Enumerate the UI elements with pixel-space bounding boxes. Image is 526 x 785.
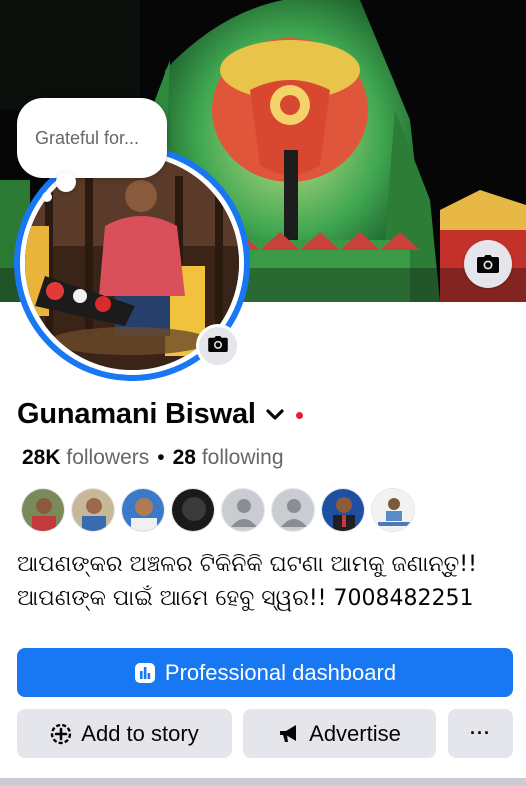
friend-avatar[interactable] [371, 488, 415, 532]
cover-camera-button[interactable] [464, 240, 512, 288]
professional-dashboard-button[interactable]: Professional dashboard [17, 648, 513, 697]
plus-circle-icon [50, 723, 72, 745]
follow-stats: 28K followers • 28 following [22, 446, 284, 470]
note-bubble-dot [56, 172, 76, 192]
camera-icon [208, 335, 228, 357]
profile-note[interactable]: Grateful for... [17, 98, 167, 178]
followers-count[interactable]: 28K [22, 446, 61, 469]
dashboard-icon [134, 662, 156, 684]
status-dot [295, 412, 303, 419]
friend-avatar[interactable] [321, 488, 365, 532]
profile-bio: ଆପଣଙ୍କର ଅଞ୍ଚଳର ଟିକିନିକି ଘଟଣା ଆମକୁ ଜଣାନ୍ତ… [17, 548, 517, 616]
more-label: ··· [470, 723, 491, 743]
note-bubble-dot [42, 192, 52, 202]
followers-label[interactable]: followers [66, 446, 149, 469]
add-to-story-button[interactable]: Add to story [17, 709, 232, 758]
friend-avatar[interactable] [121, 488, 165, 532]
chevron-down-icon[interactable] [266, 408, 284, 426]
note-text: Grateful for... [35, 127, 140, 148]
megaphone-icon [278, 724, 300, 744]
more-options-button[interactable]: ··· [448, 709, 513, 758]
following-label[interactable]: following [202, 446, 284, 469]
profile-camera-button[interactable] [196, 324, 240, 368]
bio-line: ଆପଣଙ୍କର ଅଞ୍ଚଳର ଟିକିନିକି ଘଟଣା ଆମକୁ ଜଣାନ୍ତ… [17, 552, 477, 577]
default-avatar-icon[interactable] [221, 488, 265, 532]
friends-preview[interactable] [21, 488, 421, 532]
advertise-label: Advertise [309, 720, 401, 746]
friend-avatar[interactable] [171, 488, 215, 532]
following-count[interactable]: 28 [173, 446, 196, 469]
dashboard-label: Professional dashboard [164, 659, 397, 685]
profile-name-row: Gunamani Biswal [17, 398, 303, 431]
profile-name: Gunamani Biswal [17, 398, 256, 430]
bio-line: ଆପଣଙ୍କ ପାଇଁ ଆମେ ହେବୁ ସ୍ୱର!! 7008482251 [17, 586, 474, 611]
advertise-button[interactable]: Advertise [243, 709, 436, 758]
stats-separator: • [157, 446, 165, 469]
friend-avatar[interactable] [21, 488, 65, 532]
default-avatar-icon[interactable] [271, 488, 315, 532]
story-label: Add to story [81, 720, 199, 746]
section-divider [0, 778, 526, 785]
camera-icon [477, 255, 499, 273]
friend-avatar[interactable] [71, 488, 115, 532]
